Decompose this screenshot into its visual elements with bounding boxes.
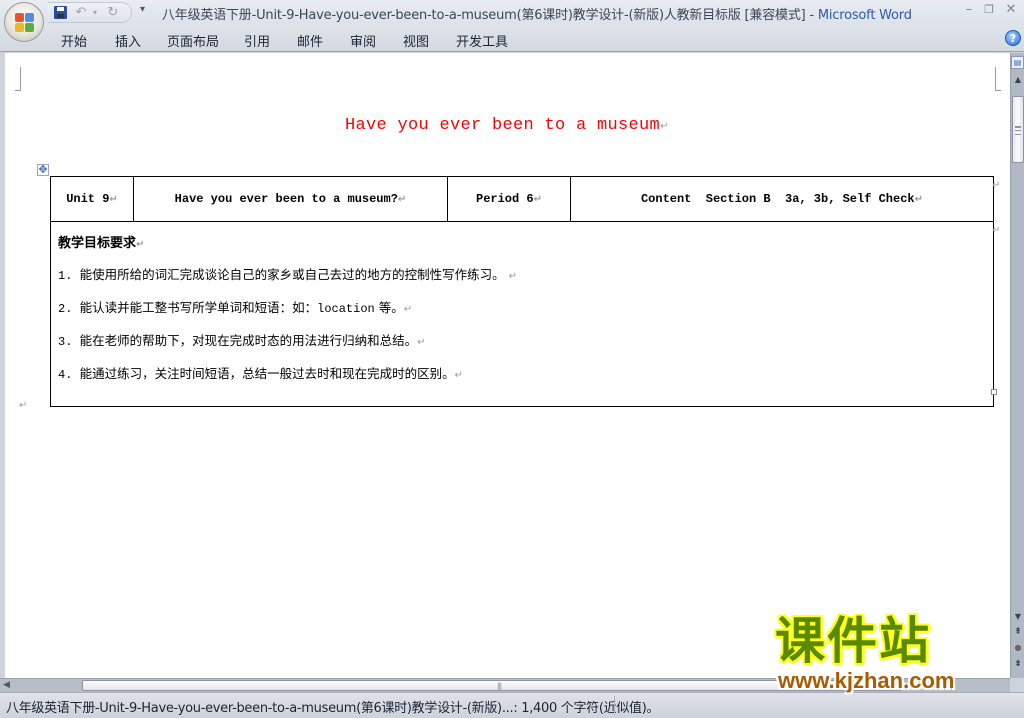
document-page[interactable]: Have you ever been to a museum↵ ✥ Unit 9…	[5, 53, 1010, 678]
objectives-title: 教学目标要求↵	[58, 236, 145, 251]
maximize-button[interactable]: ❐	[980, 3, 998, 16]
tab-mailings[interactable]: 邮件	[297, 31, 323, 50]
help-icon[interactable]: ?	[1005, 30, 1021, 46]
scroll-down-icon[interactable]: ▼	[1013, 612, 1023, 621]
tab-page-layout[interactable]: 页面布局	[167, 31, 219, 50]
status-separator	[614, 696, 615, 715]
tab-review[interactable]: 审阅	[350, 31, 376, 50]
objectives-row: 教学目标要求↵ 1. 能使用所给的词汇完成谈论自己的家乡或自己去过的地方的控制性…	[50, 221, 994, 407]
paragraph-mark: ↵	[660, 121, 669, 132]
watermark-chinese-text: 课件站	[775, 612, 931, 670]
row-end-mark: ↵	[992, 180, 1001, 191]
period-cell[interactable]: Period 6↵	[447, 176, 571, 222]
table-resize-handle[interactable]	[991, 389, 997, 395]
tab-view[interactable]: 视图	[403, 31, 429, 50]
quick-access-toolbar: ↶ ▾ ↻	[48, 2, 132, 23]
topic-cell[interactable]: Have you ever been to a museum?↵	[133, 176, 448, 222]
tab-home[interactable]: 开始	[61, 31, 87, 50]
word-window: ↶ ▾ ↻ ▾ 八年级英语下册-Unit-9-Have-you-ever-bee…	[0, 0, 1024, 718]
office-button[interactable]	[4, 2, 44, 42]
document-title-text: Have you ever been to a museum	[345, 116, 661, 135]
objective-item: 4. 能通过练习，关注时间短语，总结一般过去时和现在完成时的区别。↵	[58, 366, 464, 382]
row-end-mark: ↵	[992, 225, 1001, 236]
objectives-cell[interactable]: 教学目标要求↵ 1. 能使用所给的词汇完成谈论自己的家乡或自己去过的地方的控制性…	[50, 221, 994, 407]
content-cell[interactable]: Content Section B 3a, 3b, Self Check↵	[570, 176, 994, 222]
paragraph-mark: ↵	[19, 400, 28, 411]
margin-corner-mark	[15, 67, 21, 91]
scroll-left-icon[interactable]: ◀	[3, 680, 10, 690]
save-icon[interactable]	[54, 6, 67, 19]
unit-cell[interactable]: Unit 9↵	[50, 176, 134, 222]
objective-item: 1. 能使用所给的词汇完成谈论自己的家乡或自己去过的地方的控制性写作练习。 ↵	[58, 267, 517, 283]
app-name: Microsoft Word	[817, 8, 912, 23]
objective-item: 3. 能在老师的帮助下，对现在完成时态的用法进行归纳和总结。↵	[58, 333, 426, 349]
title-separator: -	[805, 8, 818, 23]
document-area: Have you ever been to a museum↵ ✥ Unit 9…	[0, 53, 1010, 678]
watermark-url: www.kjzhan.com	[778, 668, 955, 693]
vertical-scroll-thumb[interactable]	[1012, 96, 1024, 163]
table-header-row: Unit 9↵ Have you ever been to a museum?↵…	[50, 176, 994, 222]
tab-developer[interactable]: 开发工具	[456, 31, 508, 50]
close-button[interactable]: ✕	[1002, 2, 1020, 17]
margin-corner-mark	[995, 67, 1001, 91]
grip-icon: |||	[497, 682, 502, 690]
vertical-scrollbar[interactable]: ▤ ▲ ▼ ⇞ ● ⇟	[1010, 53, 1024, 678]
status-text: 八年级英语下册-Unit-9-Have-you-ever-been-to-a-m…	[6, 701, 660, 716]
customize-quick-access-icon[interactable]: ▾	[140, 4, 145, 15]
office-logo-icon	[15, 13, 35, 33]
next-page-icon[interactable]: ⇟	[1013, 659, 1023, 669]
watermark-logo: 课件站 www.kjzhan.com	[775, 614, 1007, 696]
document-name: 八年级英语下册-Unit-9-Have-you-ever-been-to-a-m…	[162, 8, 806, 23]
scroll-up-icon[interactable]: ▲	[1013, 75, 1023, 84]
lesson-table: Unit 9↵ Have you ever been to a museum?↵…	[50, 176, 994, 407]
undo-dropdown-icon[interactable]: ▾	[88, 6, 102, 20]
previous-page-icon[interactable]: ⇞	[1013, 627, 1023, 637]
title-bar: ↶ ▾ ↻ ▾ 八年级英语下册-Unit-9-Have-you-ever-bee…	[0, 0, 1024, 25]
select-browse-object-icon[interactable]: ●	[1013, 643, 1023, 652]
objective-item: 2. 能认读并能工整书写所学单词和短语：如：location 等。↵	[58, 300, 413, 316]
window-title: 八年级英语下册-Unit-9-Have-you-ever-been-to-a-m…	[162, 4, 912, 23]
view-ruler-icon[interactable]: ▤	[1011, 56, 1024, 69]
tab-references[interactable]: 引用	[244, 31, 270, 50]
undo-icon[interactable]: ↶	[74, 6, 88, 20]
minimize-button[interactable]: –	[960, 2, 978, 17]
tab-insert[interactable]: 插入	[115, 31, 141, 50]
document-title: Have you ever been to a museum↵	[345, 116, 669, 135]
ribbon-tabs: 开始 插入 页面布局 引用 邮件 审阅 视图 开发工具 ?	[0, 25, 1024, 52]
table-move-handle-icon[interactable]: ✥	[37, 164, 49, 176]
redo-icon[interactable]: ↻	[106, 6, 120, 20]
